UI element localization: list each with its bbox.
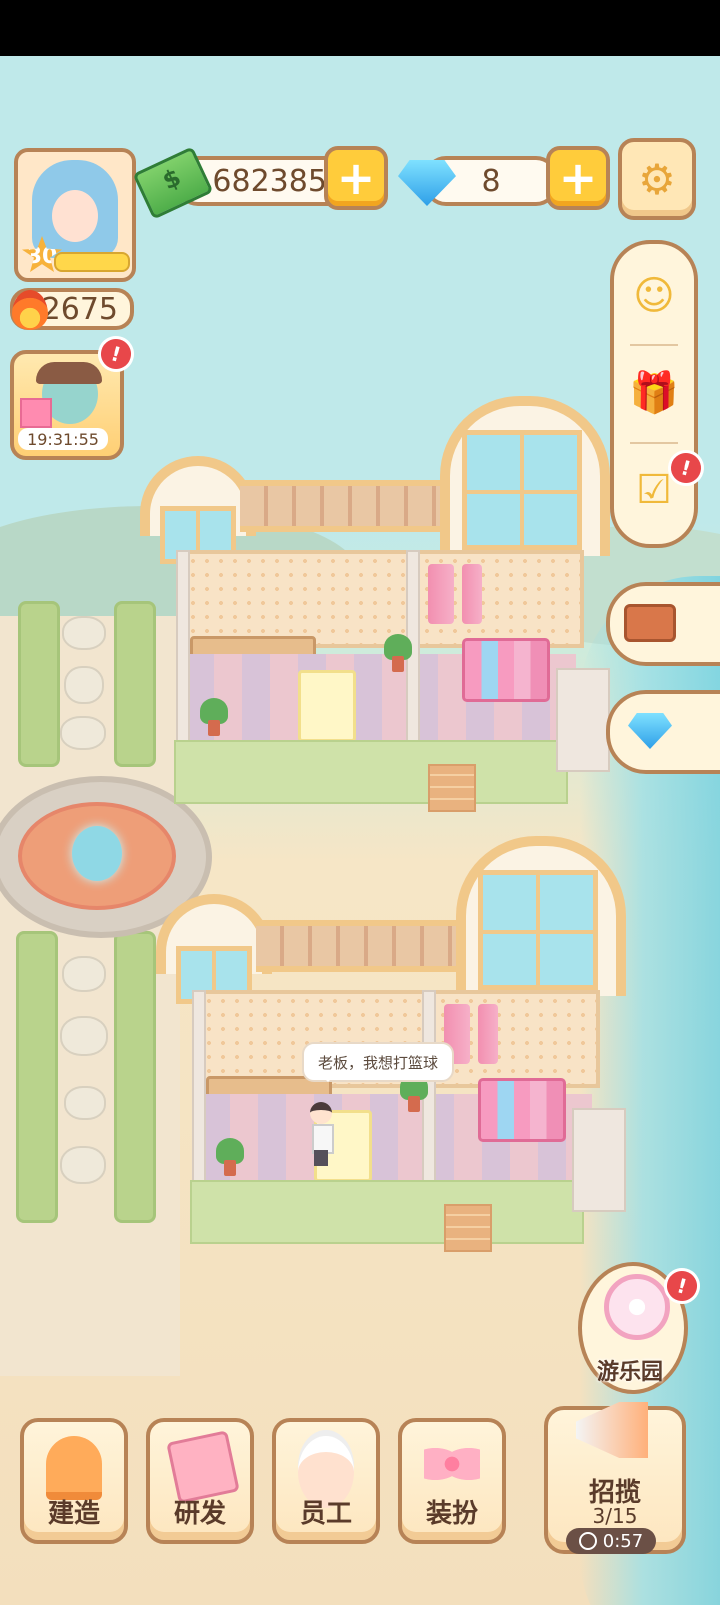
wallet-button[interactable] <box>606 582 720 666</box>
avatar-portrait <box>32 160 118 258</box>
settings-button[interactable]: ⚙ <box>618 138 696 220</box>
lawn <box>174 740 568 804</box>
gem-shop-button[interactable] <box>606 690 720 774</box>
brick-steps <box>444 1204 492 1252</box>
divider <box>630 344 678 346</box>
side-menu: ☺ 🎁 ☑ <box>610 240 698 548</box>
staff-label: 员工 <box>299 1499 352 1529</box>
checklist-icon: ☑ <box>636 467 672 513</box>
roof-trim <box>240 480 460 532</box>
window <box>478 870 598 990</box>
megaphone-icon <box>576 1402 648 1458</box>
lawn <box>190 1180 584 1244</box>
achievement-button[interactable]: ☺ <box>626 268 682 324</box>
recruit-timer-text: 0:57 <box>602 1530 644 1552</box>
status-bar <box>0 0 720 56</box>
hedge <box>114 601 156 767</box>
balcony <box>572 1108 626 1212</box>
brick-steps <box>428 764 476 812</box>
popularity-amount: 2675 <box>41 291 118 327</box>
gem-amount: 8 <box>481 163 501 199</box>
potted-plant <box>400 1074 428 1118</box>
research-button[interactable]: 研发 <box>146 1418 254 1544</box>
hedge <box>114 931 156 1223</box>
npc-speech-bubble[interactable]: 老板，我想打篮球 <box>302 1042 454 1082</box>
curtain <box>462 564 482 624</box>
curtain <box>428 564 454 624</box>
potted-plant <box>200 698 228 742</box>
recruit-timer: 0:57 <box>566 1528 656 1554</box>
curtain <box>478 1004 498 1064</box>
path-stone <box>64 1086 106 1120</box>
event-timer: 19:31:55 <box>18 428 108 450</box>
player-avatar[interactable]: 30 <box>14 148 136 282</box>
staff-button[interactable]: 员工 <box>272 1418 380 1544</box>
path-stone <box>62 616 106 650</box>
hedge <box>18 601 60 767</box>
kitchen-wall <box>182 550 420 648</box>
path-stone <box>60 1016 108 1056</box>
wallet-icon <box>624 598 676 648</box>
decorate-button[interactable]: 装扮 <box>398 1418 506 1544</box>
research-label: 研发 <box>173 1499 226 1529</box>
fire-icon <box>12 290 48 330</box>
balcony <box>556 668 610 772</box>
window <box>462 430 582 550</box>
path-stone <box>60 716 106 750</box>
trophy-icon: ☺ <box>633 273 675 319</box>
recruit-count: 3/15 <box>592 1504 638 1528</box>
amusement-park-label: 游乐园 <box>596 1360 663 1385</box>
bed <box>478 1078 566 1142</box>
clock-icon <box>578 1532 597 1550</box>
bed <box>462 638 550 702</box>
gift-button[interactable]: 🎁 <box>626 364 682 420</box>
helmet-icon <box>46 1436 102 1500</box>
hat-icon <box>36 362 102 384</box>
gift-box-icon: 🎁 <box>629 369 679 416</box>
divider <box>630 442 678 444</box>
hedge <box>16 931 58 1223</box>
add-gems-button[interactable]: + <box>546 146 610 210</box>
path-stone <box>60 1146 106 1184</box>
add-cash-button[interactable]: + <box>324 146 388 210</box>
decorate-label: 装扮 <box>425 1499 478 1529</box>
potted-plant <box>384 634 412 678</box>
roof-trim <box>256 920 476 972</box>
build-button[interactable]: 建造 <box>20 1418 128 1544</box>
gift-icon <box>20 398 52 428</box>
path-stone <box>62 956 106 992</box>
path-stone <box>64 666 104 704</box>
build-label: 建造 <box>47 1499 100 1529</box>
bow-icon <box>424 1436 480 1492</box>
rug <box>298 670 356 742</box>
gear-icon: ⚙ <box>638 154 676 204</box>
diamond-icon <box>624 706 676 756</box>
ferris-wheel-icon <box>604 1274 670 1340</box>
potted-plant <box>216 1138 244 1182</box>
experience-bar <box>54 252 130 272</box>
customer-character[interactable] <box>308 1102 334 1166</box>
